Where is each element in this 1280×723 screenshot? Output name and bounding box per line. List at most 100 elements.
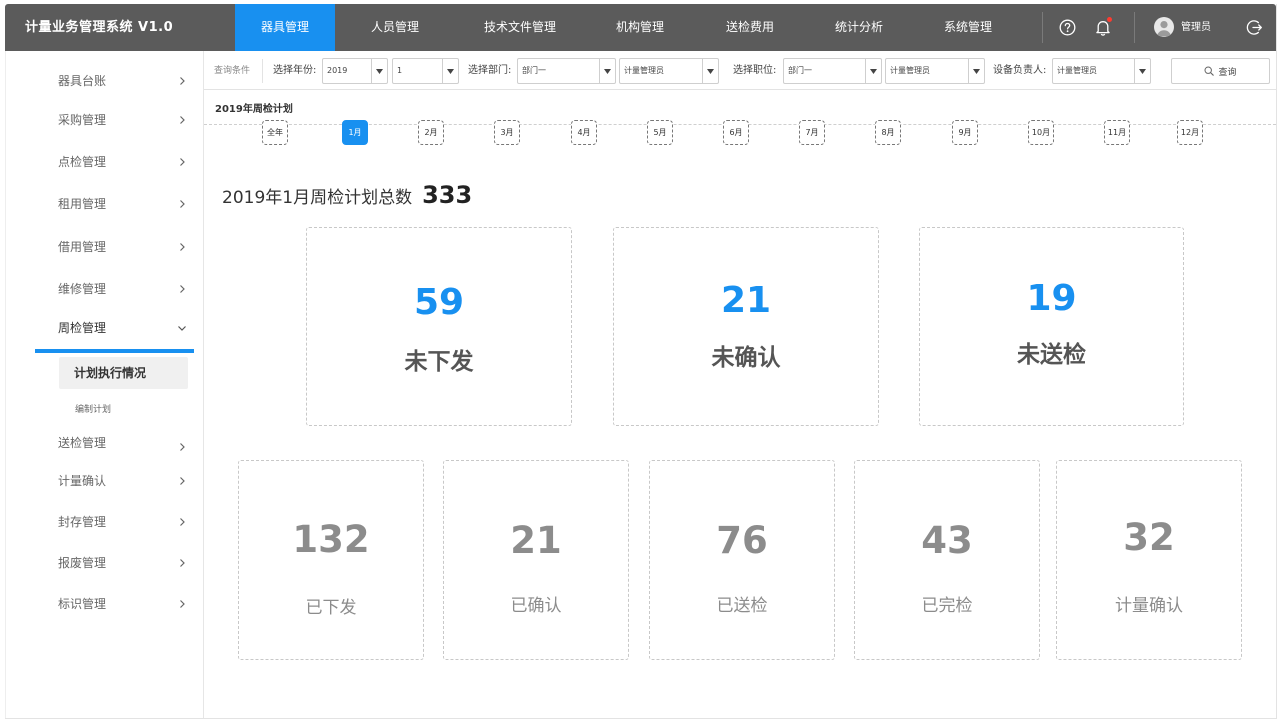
tab-month-5[interactable]: 5月 (647, 120, 673, 145)
nav-item-tech-docs[interactable]: 技术文件管理 (465, 4, 575, 51)
stat-value: 43 (921, 519, 973, 562)
bell-icon[interactable] (1092, 16, 1114, 38)
stat-card-unconfirmed[interactable]: 21 未确认 (613, 227, 879, 426)
logout-icon[interactable] (1243, 16, 1265, 38)
top-divider (1042, 12, 1043, 43)
help-circle-icon[interactable] (1056, 16, 1078, 38)
caret-down-icon (1134, 59, 1150, 83)
stat-card-metrology-confirm[interactable]: 32 计量确认 (1056, 460, 1242, 660)
month-select-value: 1 (397, 66, 403, 75)
stat-value: 32 (1123, 516, 1175, 559)
chevron-right-icon (180, 518, 185, 526)
filter-bar: 查询条件 选择年份: 2019 1 选择部门: 部门一 计量管理员 选择职位: … (204, 51, 1276, 90)
sidebar-item-periodic-inspection[interactable]: 周检管理 (6, 313, 205, 343)
filter-divider (262, 59, 263, 83)
user-avatar-icon[interactable] (1154, 17, 1174, 37)
query-button-label: 查询 (1218, 67, 1237, 78)
sidebar-subitem-create-plan[interactable]: 编制计划 (75, 402, 111, 415)
caret-down-icon (968, 59, 984, 83)
tab-month-4[interactable]: 4月 (571, 120, 597, 145)
sidebar-item-labeling[interactable]: 标识管理 (6, 589, 205, 619)
nav-item-inspection-fees[interactable]: 送检费用 (700, 4, 800, 51)
equipment-owner-value: 计量管理员 (1057, 66, 1097, 75)
tab-month-8[interactable]: 8月 (875, 120, 901, 145)
chevron-down-icon (178, 326, 186, 331)
department-manager-select[interactable]: 计量管理员 (619, 58, 719, 84)
sidebar-item-send-inspection[interactable]: 送检管理 (6, 428, 205, 458)
sidebar-item-label: 报废管理 (58, 556, 107, 570)
chevron-right-icon (180, 77, 185, 85)
nav-item-instruments[interactable]: 器具管理 (235, 4, 335, 51)
tab-month-9[interactable]: 9月 (952, 120, 978, 145)
stat-card-confirmed[interactable]: 21 已确认 (443, 460, 629, 660)
chevron-right-icon (180, 285, 185, 293)
department-select[interactable]: 部门一 (517, 58, 616, 84)
stat-label: 已送检 (716, 596, 768, 616)
sidebar-item-label: 租用管理 (58, 197, 107, 211)
stat-label: 计量确认 (1115, 596, 1183, 616)
sidebar-item-borrowing[interactable]: 借用管理 (6, 232, 205, 262)
sidebar-item-scrapping[interactable]: 报废管理 (6, 548, 205, 578)
active-section-indicator (35, 349, 194, 353)
stat-card-not-issued[interactable]: 59 未下发 (306, 227, 572, 426)
sidebar-item-sealing[interactable]: 封存管理 (6, 507, 205, 537)
tab-month-11[interactable]: 11月 (1104, 120, 1130, 145)
tab-month-2[interactable]: 2月 (418, 120, 444, 145)
chevron-right-icon (180, 600, 185, 608)
position-select[interactable]: 部门一 (783, 58, 882, 84)
sidebar-item-label: 维修管理 (58, 282, 107, 296)
stat-value: 59 (413, 282, 465, 323)
stat-value: 19 (1026, 278, 1077, 319)
top-divider (1134, 12, 1135, 43)
nav-item-personnel[interactable]: 人员管理 (345, 4, 445, 51)
stat-label: 已完检 (921, 596, 973, 616)
stat-card-not-sent[interactable]: 19 未送检 (919, 227, 1184, 426)
sidebar-item-procurement[interactable]: 采购管理 (6, 105, 205, 135)
position-select-value: 部门一 (788, 66, 812, 75)
tab-month-3[interactable]: 3月 (494, 120, 520, 145)
chevron-right-icon (180, 443, 185, 451)
nav-item-system[interactable]: 系统管理 (918, 4, 1018, 51)
sidebar-item-instrument-ledger[interactable]: 器具台账 (6, 66, 205, 96)
sidebar-item-rental[interactable]: 租用管理 (6, 189, 205, 219)
caret-down-icon (371, 59, 387, 83)
query-button[interactable]: 查询 (1171, 58, 1270, 84)
stat-card-completed[interactable]: 43 已完检 (854, 460, 1040, 660)
user-name[interactable]: 管理员 (1181, 4, 1211, 51)
tab-month-12[interactable]: 12月 (1177, 120, 1203, 145)
sidebar-item-metrology-confirm[interactable]: 计量确认 (6, 466, 205, 496)
caret-down-icon (865, 59, 881, 83)
tab-month-1[interactable]: 1月 (342, 120, 368, 145)
sidebar-item-label: 计量确认 (58, 474, 107, 488)
equipment-owner-select[interactable]: 计量管理员 (1052, 58, 1151, 84)
plan-total-label: 2019年1月周检计划总数 (222, 188, 413, 208)
plan-total: 2019年1月周检计划总数 333 (222, 181, 472, 211)
sidebar-subitem-execution-status[interactable]: 计划执行情况 (59, 357, 188, 389)
sidebar-item-label: 借用管理 (58, 240, 107, 254)
year-label: 选择年份: (273, 65, 317, 76)
notification-dot (1107, 17, 1112, 22)
nav-item-statistics[interactable]: 统计分析 (809, 4, 909, 51)
stat-card-sent[interactable]: 76 已送检 (649, 460, 835, 660)
stat-label: 已确认 (510, 596, 562, 616)
tab-month-all[interactable]: 全年 (262, 120, 288, 145)
stat-card-issued[interactable]: 132 已下发 (238, 460, 424, 660)
tab-month-10[interactable]: 10月 (1028, 120, 1054, 145)
sidebar-item-maintenance[interactable]: 维修管理 (6, 274, 205, 304)
tab-month-7[interactable]: 7月 (799, 120, 825, 145)
position-manager-value: 计量管理员 (890, 66, 930, 75)
sidebar-item-label: 周检管理 (58, 321, 107, 335)
month-select[interactable]: 1 (392, 58, 459, 84)
stat-value: 21 (510, 519, 562, 562)
app-title: 计量业务管理系统 V1.0 (25, 20, 174, 35)
nav-item-organization[interactable]: 机构管理 (590, 4, 690, 51)
sidebar-item-label: 点检管理 (58, 155, 107, 169)
chevron-right-icon (180, 477, 185, 485)
tab-month-6[interactable]: 6月 (723, 120, 749, 145)
sidebar-item-spot-check[interactable]: 点检管理 (6, 147, 205, 177)
caret-down-icon (599, 59, 615, 83)
stat-label: 未送检 (1017, 342, 1086, 368)
year-select[interactable]: 2019 (322, 58, 388, 84)
position-manager-select[interactable]: 计量管理员 (885, 58, 985, 84)
frame-border (5, 718, 1276, 719)
